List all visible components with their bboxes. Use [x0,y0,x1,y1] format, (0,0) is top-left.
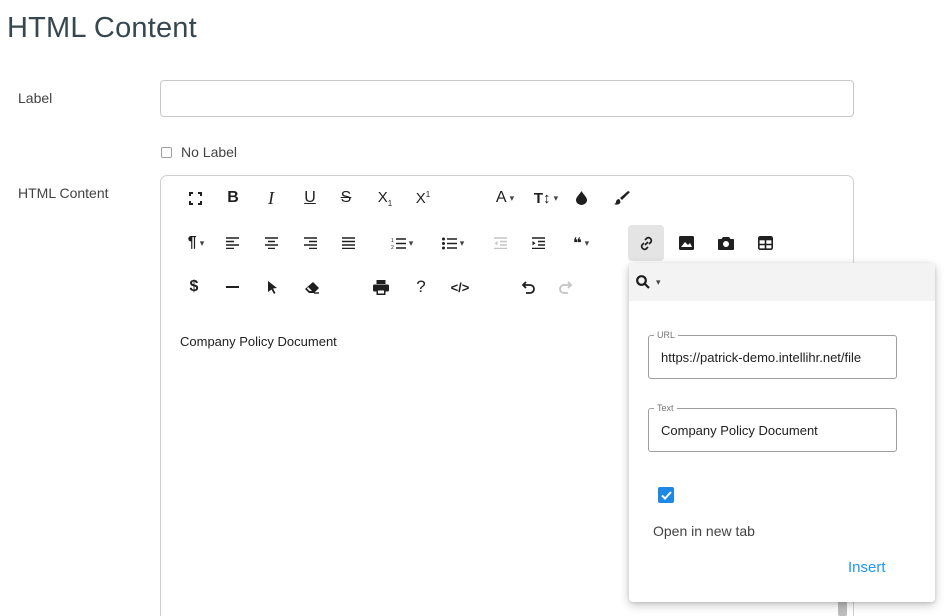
no-label-option[interactable]: No Label [161,144,237,160]
editor-content[interactable]: Company Policy Document [180,334,337,349]
chevron-down-icon: ▾ [553,192,559,203]
page-title: HTML Content [7,12,197,44]
font-family-button[interactable]: A ▾ [490,185,520,211]
chevron-down-icon: ▾ [408,237,414,248]
strikethrough-button[interactable]: S [337,185,355,211]
horizontal-line-icon [225,286,239,288]
indent-button[interactable] [529,230,547,256]
align-justify-button[interactable] [339,230,357,256]
underline-button[interactable]: U [301,185,319,211]
insert-video-button[interactable] [717,230,735,256]
insert-image-icon [678,236,694,250]
undo-icon [521,280,535,294]
unordered-list-button[interactable]: ▾ [436,230,470,256]
select-all-button[interactable] [263,274,281,300]
help-icon: ? [416,277,426,296]
outdent-button[interactable] [491,230,509,256]
svg-text:2: 2 [391,245,394,250]
bold-icon: B [227,189,239,206]
redo-icon [559,280,573,294]
horizontal-line-button[interactable] [223,274,241,300]
code-view-button[interactable]: </> [449,274,471,300]
chevron-down-icon: ▾ [459,237,465,248]
background-color-button[interactable] [612,185,632,211]
code-view-icon: </> [450,279,470,295]
align-center-icon [264,237,278,249]
print-button[interactable] [371,274,391,300]
link-search-button[interactable]: ▾ [636,275,661,289]
camera-icon [718,237,734,250]
insert-table-button[interactable] [756,230,774,256]
subscript-button[interactable]: X1 [374,185,396,211]
check-icon [660,490,672,500]
italic-button[interactable]: I [262,185,280,211]
insert-dollar-button[interactable]: $ [185,274,203,300]
insert-link-button[interactable] [628,225,664,261]
paragraph-format-button[interactable]: ¶ ▾ [182,230,210,256]
font-size-icon: T↕ [533,189,551,207]
align-right-button[interactable] [301,230,319,256]
superscript-button[interactable]: X1 [412,185,434,211]
fullscreen-button[interactable] [185,185,205,211]
insert-image-button[interactable] [677,230,695,256]
outdent-icon [493,237,507,249]
bold-button[interactable]: B [224,185,242,211]
help-button[interactable]: ? [412,274,430,300]
text-input[interactable] [649,409,896,451]
url-input[interactable] [649,336,896,378]
quote-icon: ❝ [572,235,582,252]
open-new-tab-label: Open in new tab [653,523,755,539]
insert-table-icon [757,236,773,250]
url-field[interactable]: URL [648,330,897,379]
fullscreen-icon [188,191,202,205]
chevron-down-icon: ▾ [656,276,661,287]
dollar-icon: $ [189,278,199,295]
align-center-button[interactable] [262,230,280,256]
background-color-icon [613,190,630,205]
text-color-icon [575,191,587,205]
chevron-down-icon: ▾ [199,237,205,248]
align-left-button[interactable] [223,230,241,256]
eraser-icon [305,281,319,294]
search-icon [636,275,650,289]
insert-link-icon [640,236,652,250]
ordered-list-icon: 12 [391,238,406,250]
link-popup: ▾ URL Text Open in new tab Insert [629,263,935,602]
cursor-icon [267,281,277,294]
ordered-list-button[interactable]: 12 ▾ [385,230,419,256]
indent-icon [531,237,545,249]
html-content-label: HTML Content [18,185,109,201]
align-left-icon [225,237,239,249]
no-label-text: No Label [181,144,238,160]
quote-button[interactable]: ❝ ▾ [565,230,597,256]
superscript-icon: X1 [415,189,431,207]
subscript-icon: X1 [377,188,393,208]
open-new-tab-checkbox[interactable] [658,487,674,503]
print-icon [373,279,389,295]
text-color-button[interactable] [572,185,590,211]
chevron-down-icon: ▾ [584,237,590,248]
text-field[interactable]: Text [648,403,897,452]
svg-text:1: 1 [391,238,394,244]
label-input[interactable] [160,80,854,117]
undo-button[interactable] [519,274,537,300]
font-family-icon: A [495,189,507,206]
font-size-button[interactable]: T↕ ▾ [529,185,563,211]
chevron-down-icon: ▾ [509,192,515,203]
insert-button[interactable]: Insert [839,551,895,584]
no-label-checkbox[interactable] [161,146,172,158]
strikethrough-icon: S [340,189,352,206]
paragraph-format-icon: ¶ [187,234,197,251]
underline-icon: U [304,189,316,206]
unordered-list-icon [441,237,457,249]
label-field-label: Label [18,90,53,106]
align-right-icon [303,237,317,249]
italic-icon: I [268,187,274,208]
align-justify-icon [341,237,355,249]
redo-button[interactable] [557,274,575,300]
clear-formatting-button[interactable] [302,274,322,300]
link-popup-header: ▾ [629,263,935,301]
